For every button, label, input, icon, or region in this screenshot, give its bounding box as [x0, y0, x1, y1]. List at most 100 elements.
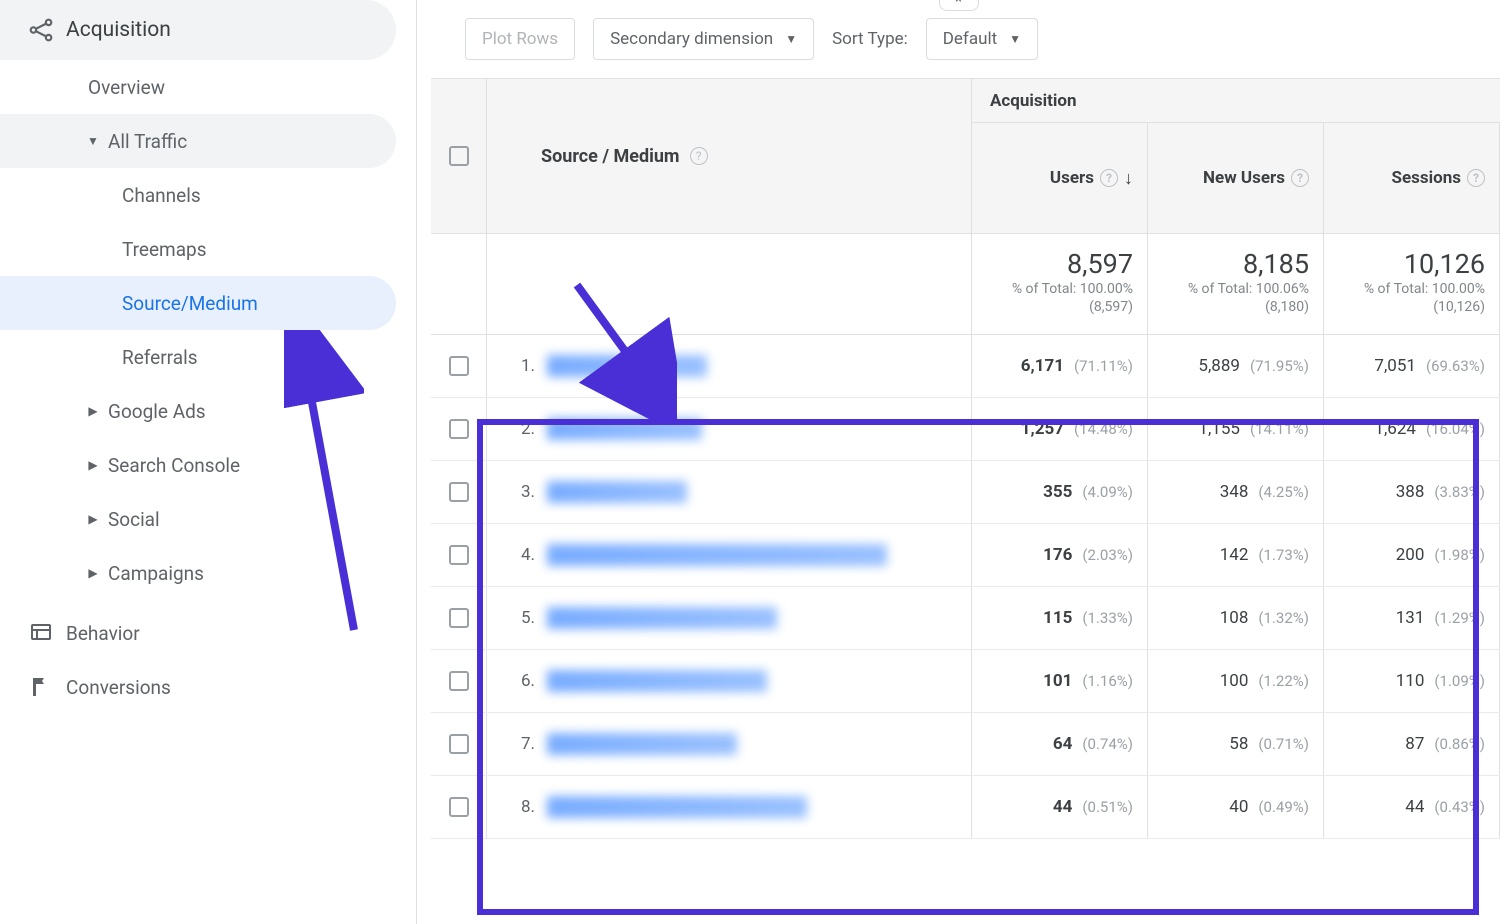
help-icon[interactable]: ? — [1291, 169, 1309, 187]
sidebar-item-referrals[interactable]: Referrals — [0, 330, 396, 384]
sidebar-item-search-console[interactable]: ▶ Search Console — [0, 438, 396, 492]
table-row[interactable]: 4.176(2.03%)142(1.73%)200(1.98%) — [431, 524, 1500, 587]
sidebar: Acquisition Overview ▼ All Traffic Chann… — [0, 0, 416, 924]
conversions-icon — [16, 675, 66, 699]
cell-value: 64 — [1053, 734, 1073, 754]
row-checkbox[interactable] — [449, 734, 469, 754]
row-checkbox[interactable] — [449, 356, 469, 376]
cell-value: 176 — [1043, 545, 1072, 565]
row-checkbox[interactable] — [449, 608, 469, 628]
column-header-label: New Users — [1203, 168, 1285, 188]
column-header-label: Sessions — [1392, 168, 1461, 188]
sessions-column-header[interactable]: Sessions ? — [1324, 123, 1500, 233]
new-users-cell: 58(0.71%) — [1148, 713, 1324, 775]
users-cell: 44(0.51%) — [972, 776, 1148, 838]
sort-type-dropdown[interactable]: Default ▼ — [926, 18, 1038, 60]
cell-percent: (0.74%) — [1082, 735, 1133, 753]
table-row[interactable]: 3.355(4.09%)348(4.25%)388(3.83%) — [431, 461, 1500, 524]
row-index: 2. — [505, 419, 547, 439]
chevron-down-icon: ⌃ — [953, 0, 964, 12]
table-row[interactable]: 2.1,257(14.48%)1,155(14.11%)1,624(16.04%… — [431, 398, 1500, 461]
table-row[interactable]: 5.115(1.33%)108(1.32%)131(1.29%) — [431, 587, 1500, 650]
sidebar-item-social[interactable]: ▶ Social — [0, 492, 396, 546]
sidebar-item-label: Google Ads — [108, 400, 206, 423]
source-medium-header[interactable]: Source / Medium ? — [487, 79, 972, 233]
help-icon[interactable]: ? — [690, 147, 708, 165]
source-medium-value-blurred — [547, 481, 687, 503]
drawer-handle[interactable]: ⌃ — [939, 0, 979, 11]
sidebar-section-conversions[interactable]: Conversions — [0, 660, 396, 714]
users-column-header[interactable]: Users ? ↓ — [972, 123, 1148, 233]
summary-value: 8,185 — [1156, 248, 1309, 280]
sidebar-item-all-traffic[interactable]: ▼ All Traffic — [0, 114, 396, 168]
help-icon[interactable]: ? — [1467, 169, 1485, 187]
sort-type-label: Sort Type: — [832, 29, 908, 49]
row-checkbox[interactable] — [449, 545, 469, 565]
row-checkbox[interactable] — [449, 482, 469, 502]
column-header-label: Users — [1050, 168, 1094, 188]
row-index: 6. — [505, 671, 547, 691]
caret-right-icon: ▶ — [78, 458, 108, 472]
row-checkbox[interactable] — [449, 671, 469, 691]
caret-down-icon: ▼ — [78, 134, 108, 148]
summary-percent: % of Total: 100.00% (8,597) — [1012, 281, 1133, 315]
cell-value: 131 — [1396, 608, 1425, 628]
new-users-column-header[interactable]: New Users ? — [1148, 123, 1324, 233]
sidebar-section-label: Acquisition — [66, 18, 171, 42]
table-row[interactable]: 6.101(1.16%)100(1.22%)110(1.09%) — [431, 650, 1500, 713]
sidebar-item-campaigns[interactable]: ▶ Campaigns — [0, 546, 396, 600]
table-row[interactable]: 7.64(0.74%)58(0.71%)87(0.86%) — [431, 713, 1500, 776]
sidebar-item-channels[interactable]: Channels — [0, 168, 396, 222]
sidebar-item-treemaps[interactable]: Treemaps — [0, 222, 396, 276]
row-index: 8. — [505, 797, 547, 817]
sidebar-section-behavior[interactable]: Behavior — [0, 606, 396, 660]
secondary-dimension-dropdown[interactable]: Secondary dimension ▼ — [593, 18, 814, 60]
cell-percent: (0.51%) — [1082, 798, 1133, 816]
sidebar-item-label: Source/Medium — [122, 292, 258, 315]
cell-value: 40 — [1229, 797, 1248, 817]
sidebar-item-label: All Traffic — [108, 130, 187, 153]
sessions-cell: 388(3.83%) — [1324, 461, 1500, 523]
row-checkbox[interactable] — [449, 797, 469, 817]
users-cell: 355(4.09%) — [972, 461, 1148, 523]
row-checkbox[interactable] — [449, 419, 469, 439]
new-users-cell: 100(1.22%) — [1148, 650, 1324, 712]
table-header: Source / Medium ? Acquisition Users ? ↓ … — [431, 78, 1500, 234]
cell-value: 108 — [1220, 608, 1249, 628]
cell-value: 110 — [1396, 671, 1425, 691]
sidebar-item-google-ads[interactable]: ▶ Google Ads — [0, 384, 396, 438]
table-row[interactable]: 8.44(0.51%)40(0.49%)44(0.43%) — [431, 776, 1500, 839]
sidebar-item-label: Campaigns — [108, 562, 204, 585]
cell-percent: (1.29%) — [1434, 609, 1485, 627]
caret-right-icon: ▶ — [78, 404, 108, 418]
users-cell: 6,171(71.11%) — [972, 335, 1148, 397]
sidebar-item-source-medium[interactable]: Source/Medium — [0, 276, 396, 330]
cell-percent: (4.25%) — [1258, 483, 1309, 501]
summary-row: 8,597 % of Total: 100.00% (8,597) 8,185 … — [431, 234, 1500, 335]
cell-value: 388 — [1396, 482, 1425, 502]
sidebar-item-label: Referrals — [122, 346, 198, 369]
sidebar-item-overview[interactable]: Overview — [0, 60, 396, 114]
cell-percent: (1.98%) — [1434, 546, 1485, 564]
caret-right-icon: ▶ — [78, 566, 108, 580]
select-all-checkbox[interactable] — [449, 146, 469, 166]
sidebar-section-acquisition[interactable]: Acquisition — [0, 0, 396, 60]
cell-value: 1,624 — [1374, 419, 1416, 439]
source-medium-value-blurred — [547, 355, 707, 377]
cell-value: 5,889 — [1198, 356, 1240, 376]
new-users-cell: 5,889(71.95%) — [1148, 335, 1324, 397]
plot-rows-button[interactable]: Plot Rows — [465, 18, 575, 60]
table-body: 1.6,171(71.11%)5,889(71.95%)7,051(69.63%… — [431, 335, 1500, 839]
help-icon[interactable]: ? — [1100, 169, 1118, 187]
new-users-cell: 142(1.73%) — [1148, 524, 1324, 586]
row-index: 3. — [505, 482, 547, 502]
new-users-cell: 40(0.49%) — [1148, 776, 1324, 838]
row-index: 5. — [505, 608, 547, 628]
sidebar-item-label: Social — [108, 508, 160, 531]
new-users-cell: 1,155(14.11%) — [1148, 398, 1324, 460]
cell-value: 1,155 — [1198, 419, 1240, 439]
cell-percent: (14.48%) — [1074, 420, 1133, 438]
table-row[interactable]: 1.6,171(71.11%)5,889(71.95%)7,051(69.63%… — [431, 335, 1500, 398]
sessions-cell: 1,624(16.04%) — [1324, 398, 1500, 460]
cell-value: 100 — [1220, 671, 1249, 691]
